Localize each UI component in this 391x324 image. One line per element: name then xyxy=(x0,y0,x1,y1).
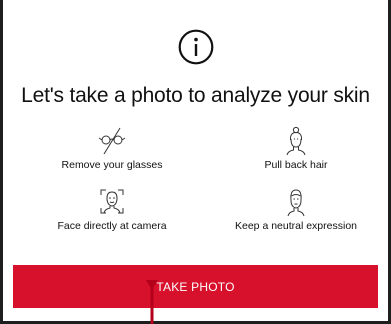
page-title: Let's take a photo to analyze your skin xyxy=(21,84,370,107)
instruction-remove-glasses: Remove your glasses xyxy=(27,126,197,171)
instruction-label: Keep a neutral expression xyxy=(235,220,357,232)
instruction-face-camera: Face directly at camera xyxy=(27,187,197,232)
info-icon xyxy=(178,29,214,65)
instruction-neutral-expression: Keep a neutral expression xyxy=(211,187,381,232)
face-camera-frame-icon xyxy=(100,189,124,214)
neutral-face-icon xyxy=(287,189,305,217)
glasses-off-icon xyxy=(98,127,126,155)
instruction-label: Remove your glasses xyxy=(61,159,163,171)
window-edge-left xyxy=(0,0,3,324)
instruction-pull-back-hair: Pull back hair xyxy=(211,126,381,171)
pulled-back-hair-icon xyxy=(286,126,306,156)
take-photo-button[interactable]: TAKE PHOTO xyxy=(13,265,378,308)
skin-analysis-dialog: Let's take a photo to analyze your skin … xyxy=(0,0,391,324)
pointer-arrow-icon xyxy=(146,280,158,324)
instruction-label: Pull back hair xyxy=(264,159,328,171)
instruction-label: Face directly at camera xyxy=(57,220,167,232)
